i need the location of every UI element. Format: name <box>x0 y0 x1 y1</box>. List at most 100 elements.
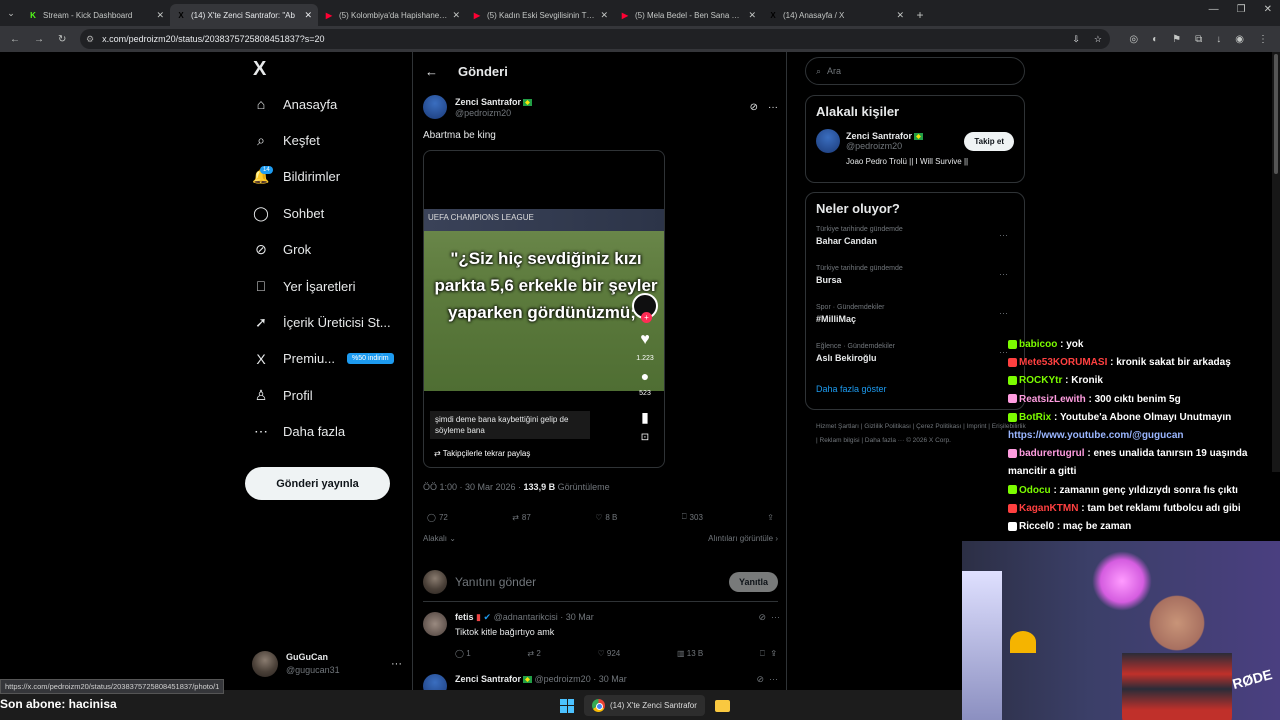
view-quotes-link[interactable]: Alıntıları görüntüle › <box>708 534 778 543</box>
reply-author-handle[interactable]: @adnantarikcisi · 30 Mar <box>494 612 594 622</box>
sidebar-item-premiu-[interactable]: X Premiu... %50 indirim <box>245 341 405 377</box>
reply-author-name[interactable]: Zenci Santrafor <box>455 674 521 684</box>
post-author-handle[interactable]: @pedroizm20 <box>455 108 532 118</box>
post-video[interactable]: UEFA CHAMPIONS LEAGUE "¿Siz hiç sevdiğin… <box>423 150 665 468</box>
more-icon[interactable]: ··· <box>391 658 402 670</box>
related-dropdown[interactable]: Alakalı ⌄ <box>423 534 456 543</box>
reply-button[interactable]: ◯ 72 <box>427 512 448 522</box>
avatar[interactable] <box>423 612 447 636</box>
more-icon[interactable]: ⊘ ··· <box>756 674 778 685</box>
show-more-link[interactable]: Daha fazla göster <box>816 384 1014 394</box>
account-switcher[interactable]: GuGuCan @gugucan31 ··· <box>252 648 402 680</box>
close-window-icon[interactable]: ✕ <box>1264 4 1272 15</box>
maximize-icon[interactable]: ❐ <box>1237 4 1246 15</box>
close-tab-icon[interactable]: ✕ <box>452 10 460 21</box>
more-icon[interactable]: ··· <box>999 269 1008 279</box>
post-button[interactable]: Gönderi yayınla <box>245 467 390 500</box>
minimize-icon[interactable]: — <box>1209 4 1219 15</box>
url-text[interactable]: x.com/pedroizm20/status/2038375725808451… <box>102 34 324 44</box>
post-author-avatar[interactable] <box>423 95 447 119</box>
share-button[interactable]: ⇪ <box>767 512 774 522</box>
sidebar-item-bildirimler[interactable]: 🔔 Bildirimler 14 <box>245 159 405 195</box>
extension-icon[interactable]: ◎ <box>1129 34 1138 45</box>
browser-tab[interactable]: ▶ (5) Kadın Eski Sevgilisinin Tüm ✕ <box>466 4 614 26</box>
sidebar-item-grok[interactable]: ⊘ Grok <box>245 232 405 268</box>
comment-icon[interactable]: ● <box>641 368 649 384</box>
post-author-name[interactable]: Zenci Santrafor <box>455 97 521 107</box>
trend-item[interactable]: Türkiye tarihinde gündemde Bahar Candan ··… <box>816 226 1014 265</box>
repost-button[interactable]: ⇄ 2 <box>527 649 540 659</box>
site-info-icon[interactable]: ⚙ <box>86 34 94 45</box>
new-tab-button[interactable]: + <box>910 4 930 26</box>
reply-submit-button[interactable]: Yanıtla <box>728 571 778 592</box>
back-arrow-icon[interactable]: ← <box>425 64 438 79</box>
close-tab-icon[interactable]: ✕ <box>896 10 904 21</box>
reply-input[interactable]: Yanıtını gönder <box>455 575 721 589</box>
like-button[interactable]: ♡ 924 <box>598 649 621 659</box>
creator-avatar[interactable]: + <box>632 293 658 323</box>
like-button[interactable]: ♡ 8 B <box>595 512 617 522</box>
person-handle[interactable]: @pedroizm20 <box>846 141 923 151</box>
views-button[interactable]: ▥ 13 B <box>677 649 703 659</box>
bookmark-star-icon[interactable]: ☆ <box>1094 34 1102 45</box>
bookmark-button[interactable]: ⎕ 303 <box>682 512 703 522</box>
more-icon[interactable]: ··· <box>999 308 1008 318</box>
close-tab-icon[interactable]: ✕ <box>156 10 164 21</box>
trend-item[interactable]: Eğlence · Gündemdekiler Aslı Bekiroğlu ··· <box>816 343 1014 382</box>
extensions-puzzle-icon[interactable]: ⧉ <box>1195 34 1202 45</box>
grok-icon[interactable]: ⊘ <box>750 102 758 113</box>
follow-button[interactable]: Takip et <box>964 131 1014 151</box>
browser-tab[interactable]: K Stream - Kick Dashboard ✕ <box>22 4 170 26</box>
forward-icon[interactable]: → <box>34 34 44 45</box>
sidebar-item-daha-fazla[interactable]: ⋯ Daha fazla <box>245 414 405 450</box>
more-icon[interactable]: ⊘ ··· <box>758 612 780 623</box>
tab-search-icon[interactable]: ⌄ <box>0 0 22 26</box>
windows-start-icon[interactable] <box>560 698 574 713</box>
x-logo[interactable]: X <box>253 58 405 86</box>
bookmark-icon[interactable]: ▮ <box>641 409 649 426</box>
sidebar-item-sohbet[interactable]: ◯ Sohbet <box>245 195 405 231</box>
url-field[interactable]: ⚙ x.com/pedroizm20/status/20383757258084… <box>80 29 1110 49</box>
sidebar-item-profil[interactable]: ♙ Profil <box>245 377 405 413</box>
share-icon[interactable]: ⊡ <box>641 432 649 443</box>
close-tab-icon[interactable]: ✕ <box>748 10 756 21</box>
more-icon[interactable]: ··· <box>999 230 1008 240</box>
extension-icon[interactable]: ◐ <box>1152 34 1158 45</box>
sidebar-item-i-çerik-üreticisi-st-[interactable]: ➚ İçerik Üreticisi St... <box>245 304 405 340</box>
extension-icon[interactable]: ⚑ <box>1172 34 1181 45</box>
footer-links[interactable]: Hizmet Şartları | Gizlilik Politikası | … <box>816 420 1026 448</box>
sidebar-item-keşfet[interactable]: ⌕ Keşfet <box>245 122 405 158</box>
person-name[interactable]: Zenci Santrafor <box>846 131 912 141</box>
browser-tab[interactable]: X (14) X'te Zenci Santrafor: "Ab ✕ <box>170 4 318 26</box>
avatar[interactable] <box>816 129 840 153</box>
heart-icon[interactable]: ♥ <box>640 331 650 349</box>
browser-tab[interactable]: X (14) Anasayfa / X ✕ <box>762 4 910 26</box>
profile-icon[interactable]: ◉ <box>1235 34 1244 45</box>
trend-item[interactable]: Spor · Gündemdekiler #MilliMaç ··· <box>816 304 1014 343</box>
browser-tab[interactable]: ▶ (5) Mela Bedel - Ben Sana Geler ✕ <box>614 4 762 26</box>
post-timestamp[interactable]: ÖÖ 1:00 · 30 Mar 2026 · <box>423 482 524 492</box>
close-tab-icon[interactable]: ✕ <box>304 10 312 21</box>
file-explorer-icon[interactable] <box>714 699 730 712</box>
download-icon[interactable]: ↓ <box>1216 34 1221 45</box>
reply-author-name[interactable]: fetis <box>455 612 474 622</box>
bookmark-button[interactable]: ⎕ ⇪ <box>760 649 776 659</box>
chrome-icon <box>592 699 605 712</box>
browser-tab[interactable]: ▶ (5) Kolombiya'da Hapishane Ba ✕ <box>318 4 466 26</box>
reply-post[interactable]: fetis ▮ ✔ @adnantarikcisi · 30 Mar ⊘ ··· … <box>423 612 780 659</box>
back-icon[interactable]: ← <box>10 34 20 45</box>
repost-button[interactable]: ⇄ 87 <box>512 512 531 522</box>
browser-menu-icon[interactable]: ⋮ <box>1258 34 1268 45</box>
sidebar-item-anasayfa[interactable]: ⌂ Anasayfa <box>245 86 405 122</box>
reload-icon[interactable]: ↻ <box>58 34 66 45</box>
more-icon[interactable]: ··· <box>768 102 778 113</box>
trend-item[interactable]: Türkiye tarihinde gündemde Bursa ··· <box>816 265 1014 304</box>
install-icon[interactable]: ⇩ <box>1072 34 1080 45</box>
close-tab-icon[interactable]: ✕ <box>600 10 608 21</box>
more-icon[interactable]: ··· <box>999 347 1008 357</box>
sidebar-item-yer-i-şaretleri[interactable]: ⎕ Yer İşaretleri <box>245 268 405 304</box>
taskbar-chrome-app[interactable]: (14) X'te Zenci Santrafor <box>584 695 705 716</box>
reply-author-handle[interactable]: @pedroizm20 · 30 Mar <box>535 674 627 684</box>
reply-button[interactable]: ◯ 1 <box>455 649 471 659</box>
search-input[interactable]: ⌕ Ara <box>805 57 1025 85</box>
